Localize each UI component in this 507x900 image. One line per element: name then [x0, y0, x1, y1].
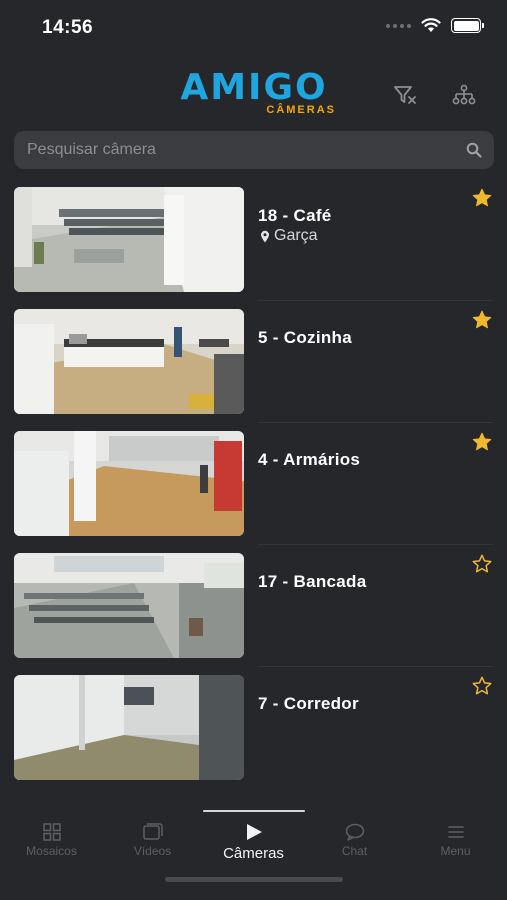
- search-input[interactable]: Pesquisar câmera: [27, 141, 156, 159]
- app-header: AMIGO CÂMERAS: [0, 62, 507, 126]
- clear-filter-button[interactable]: [390, 80, 422, 110]
- favorite-star-filled-icon[interactable]: [471, 431, 493, 453]
- tab-videos[interactable]: Vídeos: [102, 822, 203, 858]
- camera-name: 4 - Armários: [258, 450, 361, 469]
- battery-icon: [451, 18, 484, 33]
- camera-thumbnail[interactable]: [14, 553, 244, 658]
- camera-row[interactable]: 18 - Café Garça: [0, 178, 507, 300]
- favorite-star-outline-icon[interactable]: [471, 675, 493, 697]
- tab-label: Menu: [440, 844, 471, 858]
- active-tab-indicator: [203, 810, 305, 812]
- hierarchy-icon: [452, 84, 476, 105]
- camera-name: 5 - Cozinha: [258, 328, 352, 347]
- camera-name: 17 - Bancada: [258, 572, 367, 591]
- filter-clear-icon: [394, 86, 416, 104]
- tab-label: Câmeras: [223, 845, 284, 862]
- camera-name: 18 - Café: [258, 206, 332, 225]
- camera-row[interactable]: 5 - Cozinha: [0, 300, 507, 422]
- status-bar: 14:56: [0, 0, 507, 56]
- camera-location-label: Garça: [274, 227, 318, 244]
- camera-thumbnail[interactable]: [14, 187, 244, 292]
- chat-icon: [345, 823, 364, 841]
- status-icons: [386, 18, 484, 33]
- camera-thumbnail[interactable]: [14, 431, 244, 536]
- wifi-icon: [421, 18, 441, 32]
- tab-label: Chat: [341, 844, 368, 858]
- camera-list: 18 - Café Garça 5 - Cozinha 4 - Armários…: [0, 178, 507, 788]
- camera-row[interactable]: 17 - Bancada: [0, 544, 507, 666]
- hierarchy-button[interactable]: [448, 80, 480, 110]
- camera-name: 7 - Corredor: [258, 694, 359, 713]
- tab-cameras[interactable]: Câmeras: [203, 822, 304, 862]
- signal-icon: [386, 23, 411, 28]
- search-bar[interactable]: Pesquisar câmera: [14, 131, 494, 169]
- menu-icon: [447, 826, 464, 838]
- logo-main-text: AMIGO: [180, 67, 328, 108]
- status-time: 14:56: [42, 17, 94, 38]
- grid-icon: [42, 823, 61, 841]
- play-icon: [246, 824, 262, 840]
- camera-row[interactable]: 7 - Corredor: [0, 666, 507, 788]
- favorite-star-filled-icon[interactable]: [471, 187, 493, 209]
- location-pin-icon: [261, 230, 269, 242]
- camera-thumbnail[interactable]: [14, 675, 244, 780]
- search-icon[interactable]: [466, 142, 482, 158]
- tab-menu[interactable]: Menu: [405, 822, 506, 858]
- videos-icon: [142, 823, 163, 840]
- tab-bar: Mosaicos Vídeos Câmeras Chat Menu: [0, 808, 507, 900]
- app-logo: AMIGO CÂMERAS: [168, 67, 340, 117]
- home-indicator[interactable]: [165, 877, 343, 882]
- tab-mosaicos[interactable]: Mosaicos: [1, 822, 102, 858]
- tab-label: Vídeos: [133, 844, 172, 858]
- camera-location: Garça: [260, 227, 318, 245]
- favorite-star-filled-icon[interactable]: [471, 309, 493, 331]
- tab-label: Mosaicos: [26, 844, 77, 858]
- tab-chat[interactable]: Chat: [304, 822, 405, 858]
- camera-row[interactable]: 4 - Armários: [0, 422, 507, 544]
- favorite-star-outline-icon[interactable]: [471, 553, 493, 575]
- camera-thumbnail[interactable]: [14, 309, 244, 414]
